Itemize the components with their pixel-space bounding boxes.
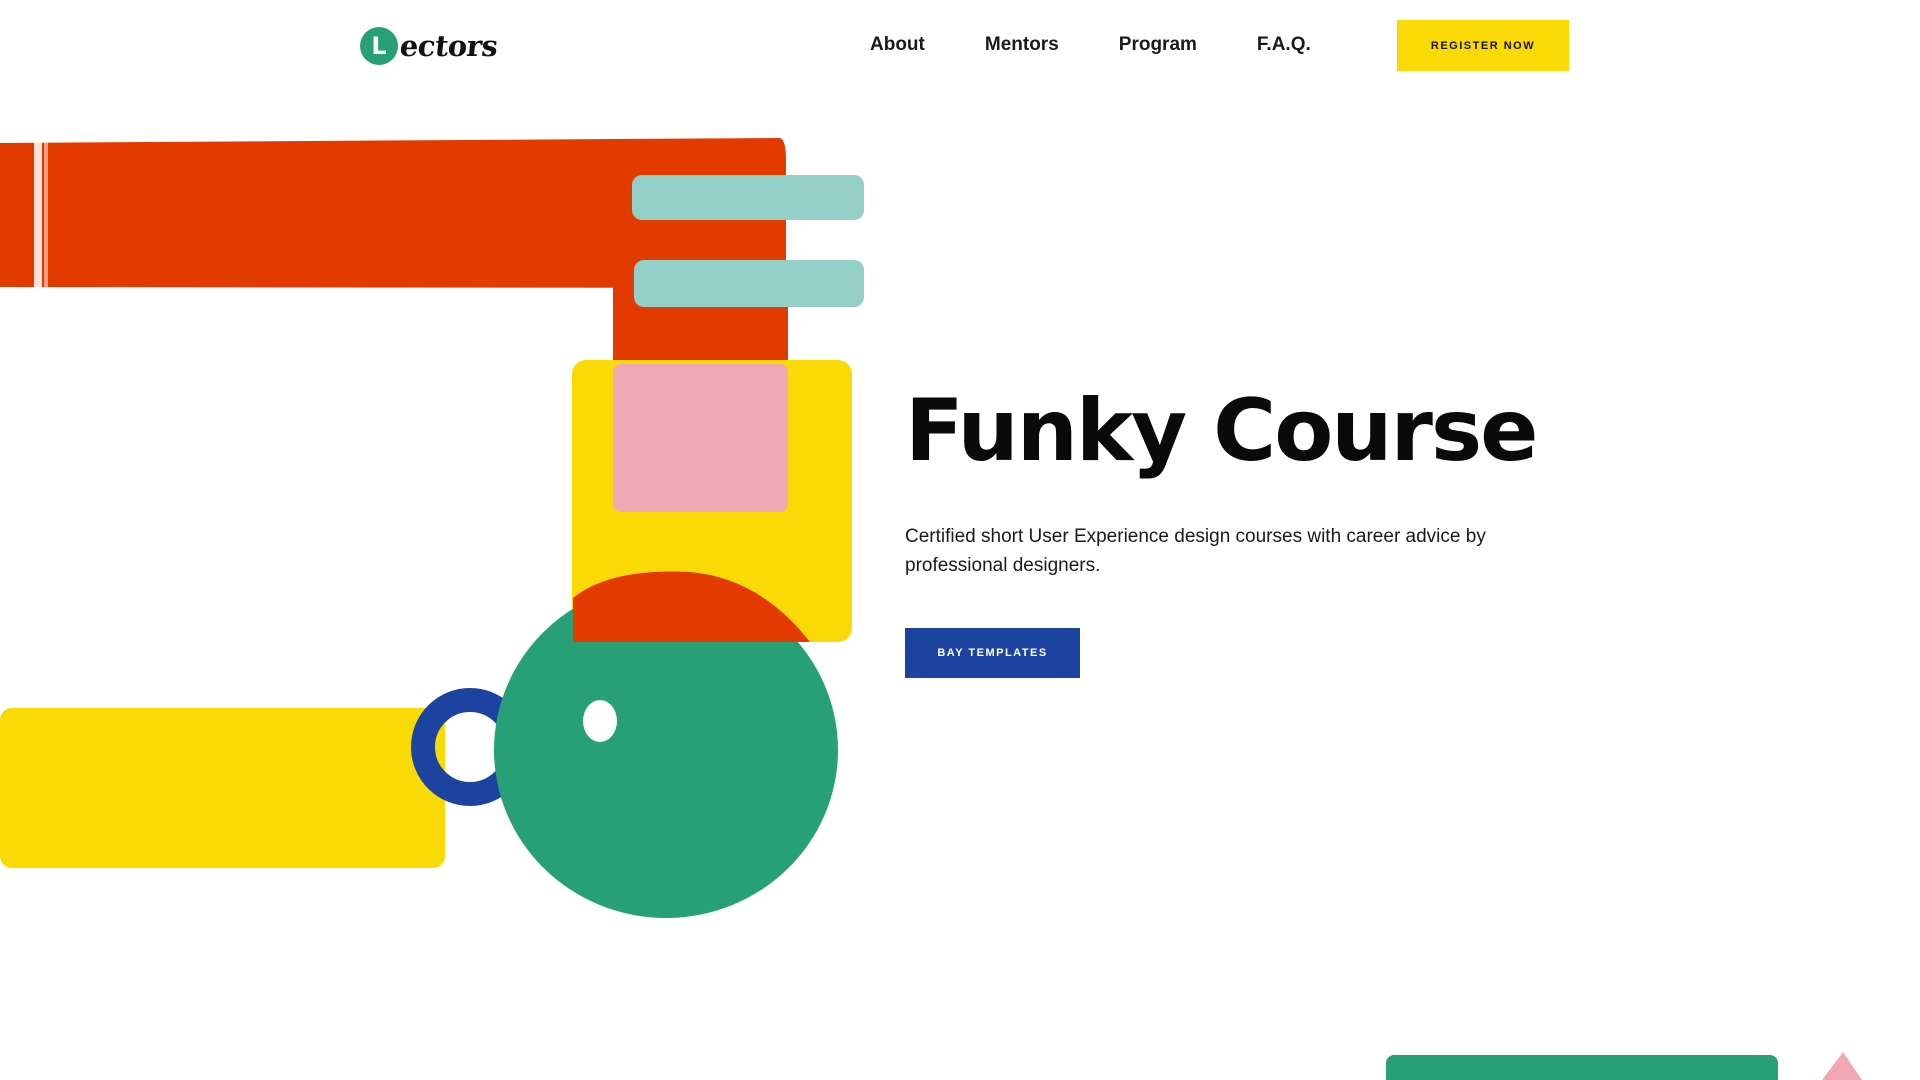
logo[interactable]: L ectors <box>360 24 500 68</box>
yellow-bar-shape <box>0 708 445 868</box>
white-stripe-shape <box>34 142 42 288</box>
hero-description: Certified short User Experience design c… <box>905 526 1486 576</box>
pink-square-shape <box>613 364 788 512</box>
nav-item-program[interactable]: Program <box>1119 34 1197 56</box>
register-now-button[interactable]: REGISTER NOW <box>1397 20 1569 71</box>
pink-triangle-shape <box>1822 1052 1862 1080</box>
nav-item-mentors[interactable]: Mentors <box>985 34 1059 56</box>
logo-text: ectors <box>398 29 500 63</box>
hero-title: Funky Course <box>905 381 1538 481</box>
green-bar-shape <box>1386 1055 1778 1080</box>
white-dot-shape <box>583 700 617 742</box>
landing-page: L ectors About Mentors Program F.A.Q. RE… <box>0 0 1920 1080</box>
nav-item-about[interactable]: About <box>870 34 925 56</box>
white-stripe-shape <box>44 142 48 288</box>
main-nav: About Mentors Program F.A.Q. <box>870 30 1371 60</box>
mint-bar-shape <box>634 260 864 307</box>
mint-bar-shape <box>632 175 864 220</box>
nav-item-faq[interactable]: F.A.Q. <box>1257 34 1311 56</box>
logo-badge: L <box>360 27 398 65</box>
bay-templates-button[interactable]: BAY TEMPLATES <box>905 628 1080 678</box>
